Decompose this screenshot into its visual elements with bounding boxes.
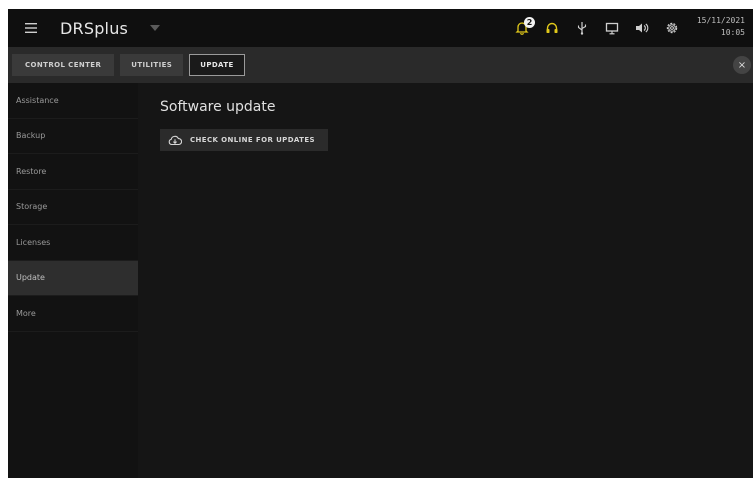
app-title: DRSplus — [60, 18, 129, 38]
notifications-button[interactable]: 2 — [507, 9, 537, 47]
status-icons: 2 — [507, 9, 687, 47]
top-bar: DRSplus 2 15/11/2021 10:05 — [8, 9, 753, 47]
page-title: Software update — [160, 99, 276, 115]
time-label: 10:05 — [720, 28, 745, 37]
notification-badge: 2 — [524, 17, 535, 28]
usb-icon — [577, 22, 587, 35]
sidebar-item-storage[interactable]: Storage — [8, 190, 138, 225]
sidebar-item-assistance[interactable]: Assistance — [8, 83, 138, 119]
date-time: 15/11/2021 10:05 — [697, 15, 745, 39]
volume-button[interactable] — [627, 9, 657, 47]
display-button[interactable] — [597, 9, 627, 47]
caret-down-icon — [150, 25, 161, 31]
app-switcher-button[interactable] — [150, 25, 161, 31]
cloud-download-icon-wrap — [160, 135, 190, 146]
close-icon: × — [737, 59, 747, 71]
tab-utilities[interactable]: UTILITIES — [120, 54, 184, 76]
settings-button[interactable] — [657, 9, 687, 47]
tab-update[interactable]: UPDATE — [189, 54, 245, 76]
volume-icon — [636, 23, 649, 33]
cloud-download-icon — [168, 135, 182, 145]
tab-bar: CONTROL CENTER UTILITIES UPDATE × — [8, 47, 753, 83]
close-button[interactable]: × — [733, 56, 751, 74]
app-window: DRSplus 2 15/11/2021 10:05 CONTROL CENTE… — [8, 9, 753, 478]
tab-control-center[interactable]: CONTROL CENTER — [12, 54, 115, 76]
sidebar: Assistance Backup Restore Storage Licens… — [8, 83, 138, 478]
sidebar-item-licenses[interactable]: Licenses — [8, 225, 138, 261]
sidebar-item-backup[interactable]: Backup — [8, 119, 138, 154]
gear-icon — [666, 22, 678, 34]
usb-button[interactable] — [567, 9, 597, 47]
sidebar-item-restore[interactable]: Restore — [8, 154, 138, 190]
check-updates-button[interactable]: CHECK ONLINE FOR UPDATES — [160, 129, 328, 151]
sidebar-item-more[interactable]: More — [8, 296, 138, 332]
check-updates-label: CHECK ONLINE FOR UPDATES — [190, 136, 315, 144]
sidebar-item-update[interactable]: Update — [8, 260, 138, 296]
monitor-icon — [605, 22, 619, 34]
menu-button[interactable] — [16, 9, 46, 47]
date-label: 15/11/2021 — [696, 16, 745, 25]
main-content: Software update CHECK ONLINE FOR UPDATES — [138, 83, 753, 478]
headset-button[interactable] — [537, 9, 567, 47]
headset-icon — [546, 22, 558, 33]
menu-icon — [25, 23, 37, 33]
